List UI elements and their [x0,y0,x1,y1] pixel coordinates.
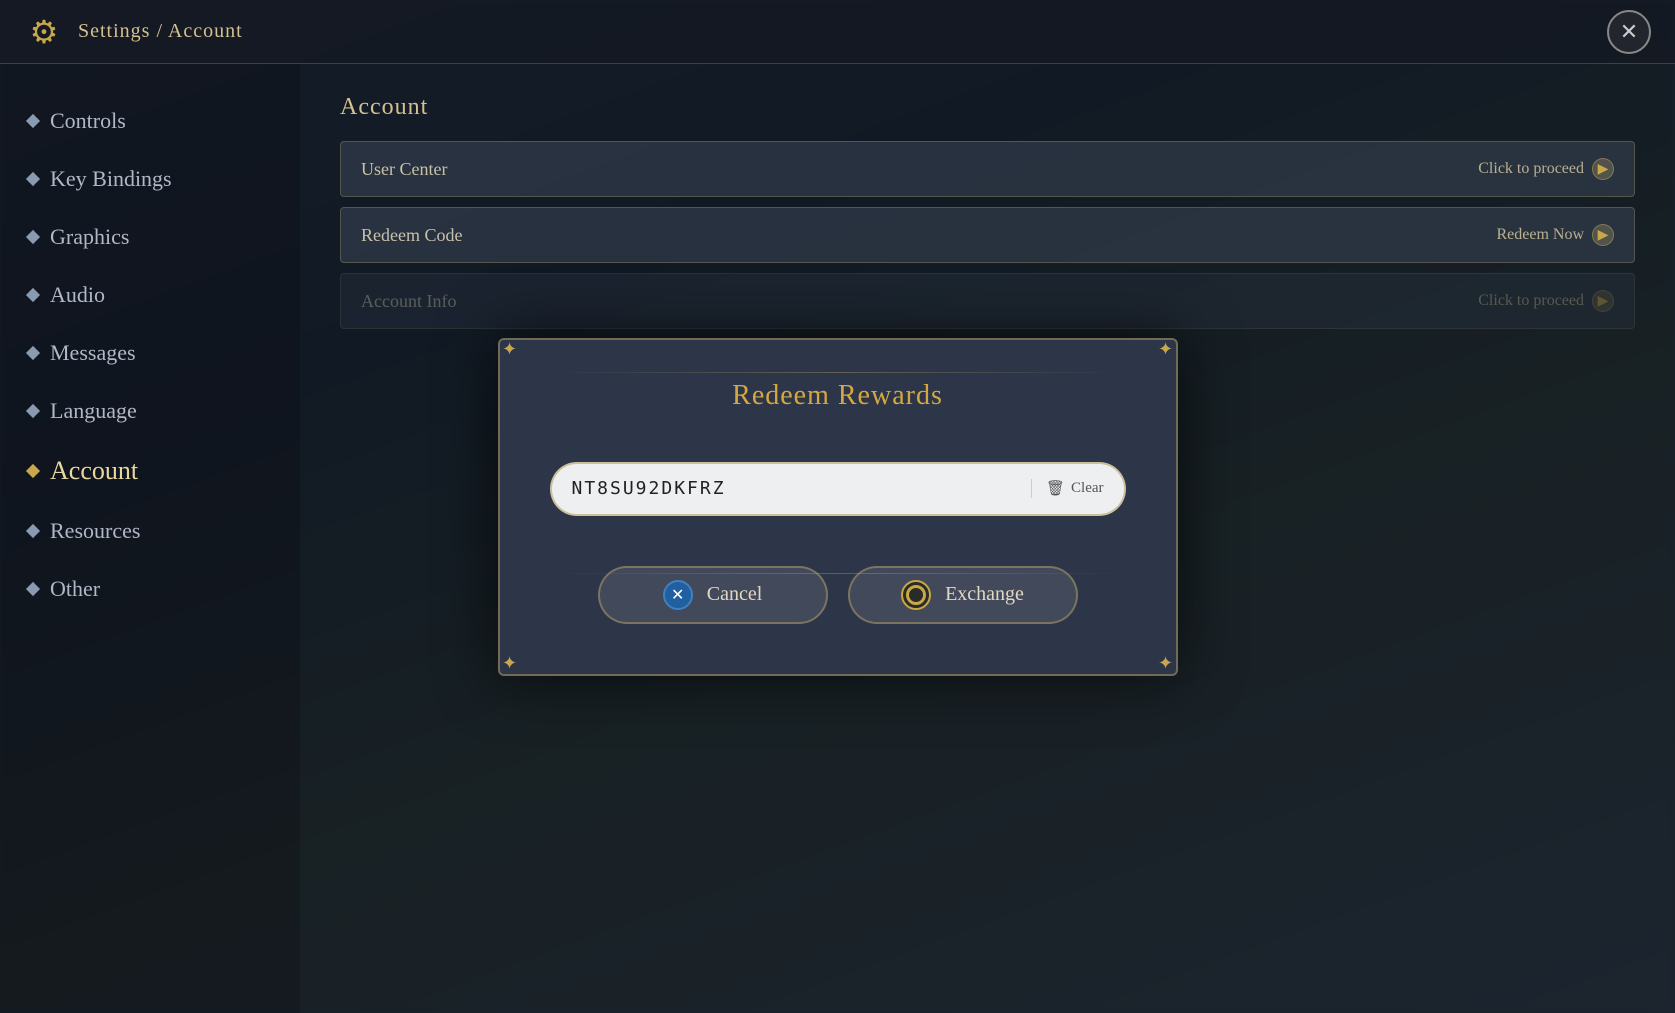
modal-deco-top [550,372,1126,373]
corner-decoration-tl: ✦ [498,338,522,362]
exchange-button[interactable]: Exchange [848,566,1078,624]
corner-decoration-tr: ✦ [1154,338,1178,362]
modal-deco-bottom [550,573,1126,574]
cancel-button[interactable]: ✕ Cancel [598,566,828,624]
redeem-code-input[interactable] [572,478,1031,499]
redeem-rewards-modal: ✦ ✦ ✦ ✦ Redeem Rewards 🗑 Clear ✕ Cancel … [498,338,1178,676]
clear-label: Clear [1071,480,1103,497]
modal-backdrop: ✦ ✦ ✦ ✦ Redeem Rewards 🗑 Clear ✕ Cancel … [0,0,1675,1013]
cancel-icon: ✕ [663,580,693,610]
modal-buttons: ✕ Cancel Exchange [550,566,1126,624]
trash-icon: 🗑 [1046,479,1065,498]
exchange-icon [901,580,931,610]
exchange-label: Exchange [945,583,1024,606]
modal-title: Redeem Rewards [550,380,1126,412]
corner-decoration-br: ✦ [1154,652,1178,676]
code-input-wrapper: 🗑 Clear [550,462,1126,516]
cancel-label: Cancel [707,583,763,606]
clear-button[interactable]: 🗑 Clear [1031,479,1104,498]
corner-decoration-bl: ✦ [498,652,522,676]
